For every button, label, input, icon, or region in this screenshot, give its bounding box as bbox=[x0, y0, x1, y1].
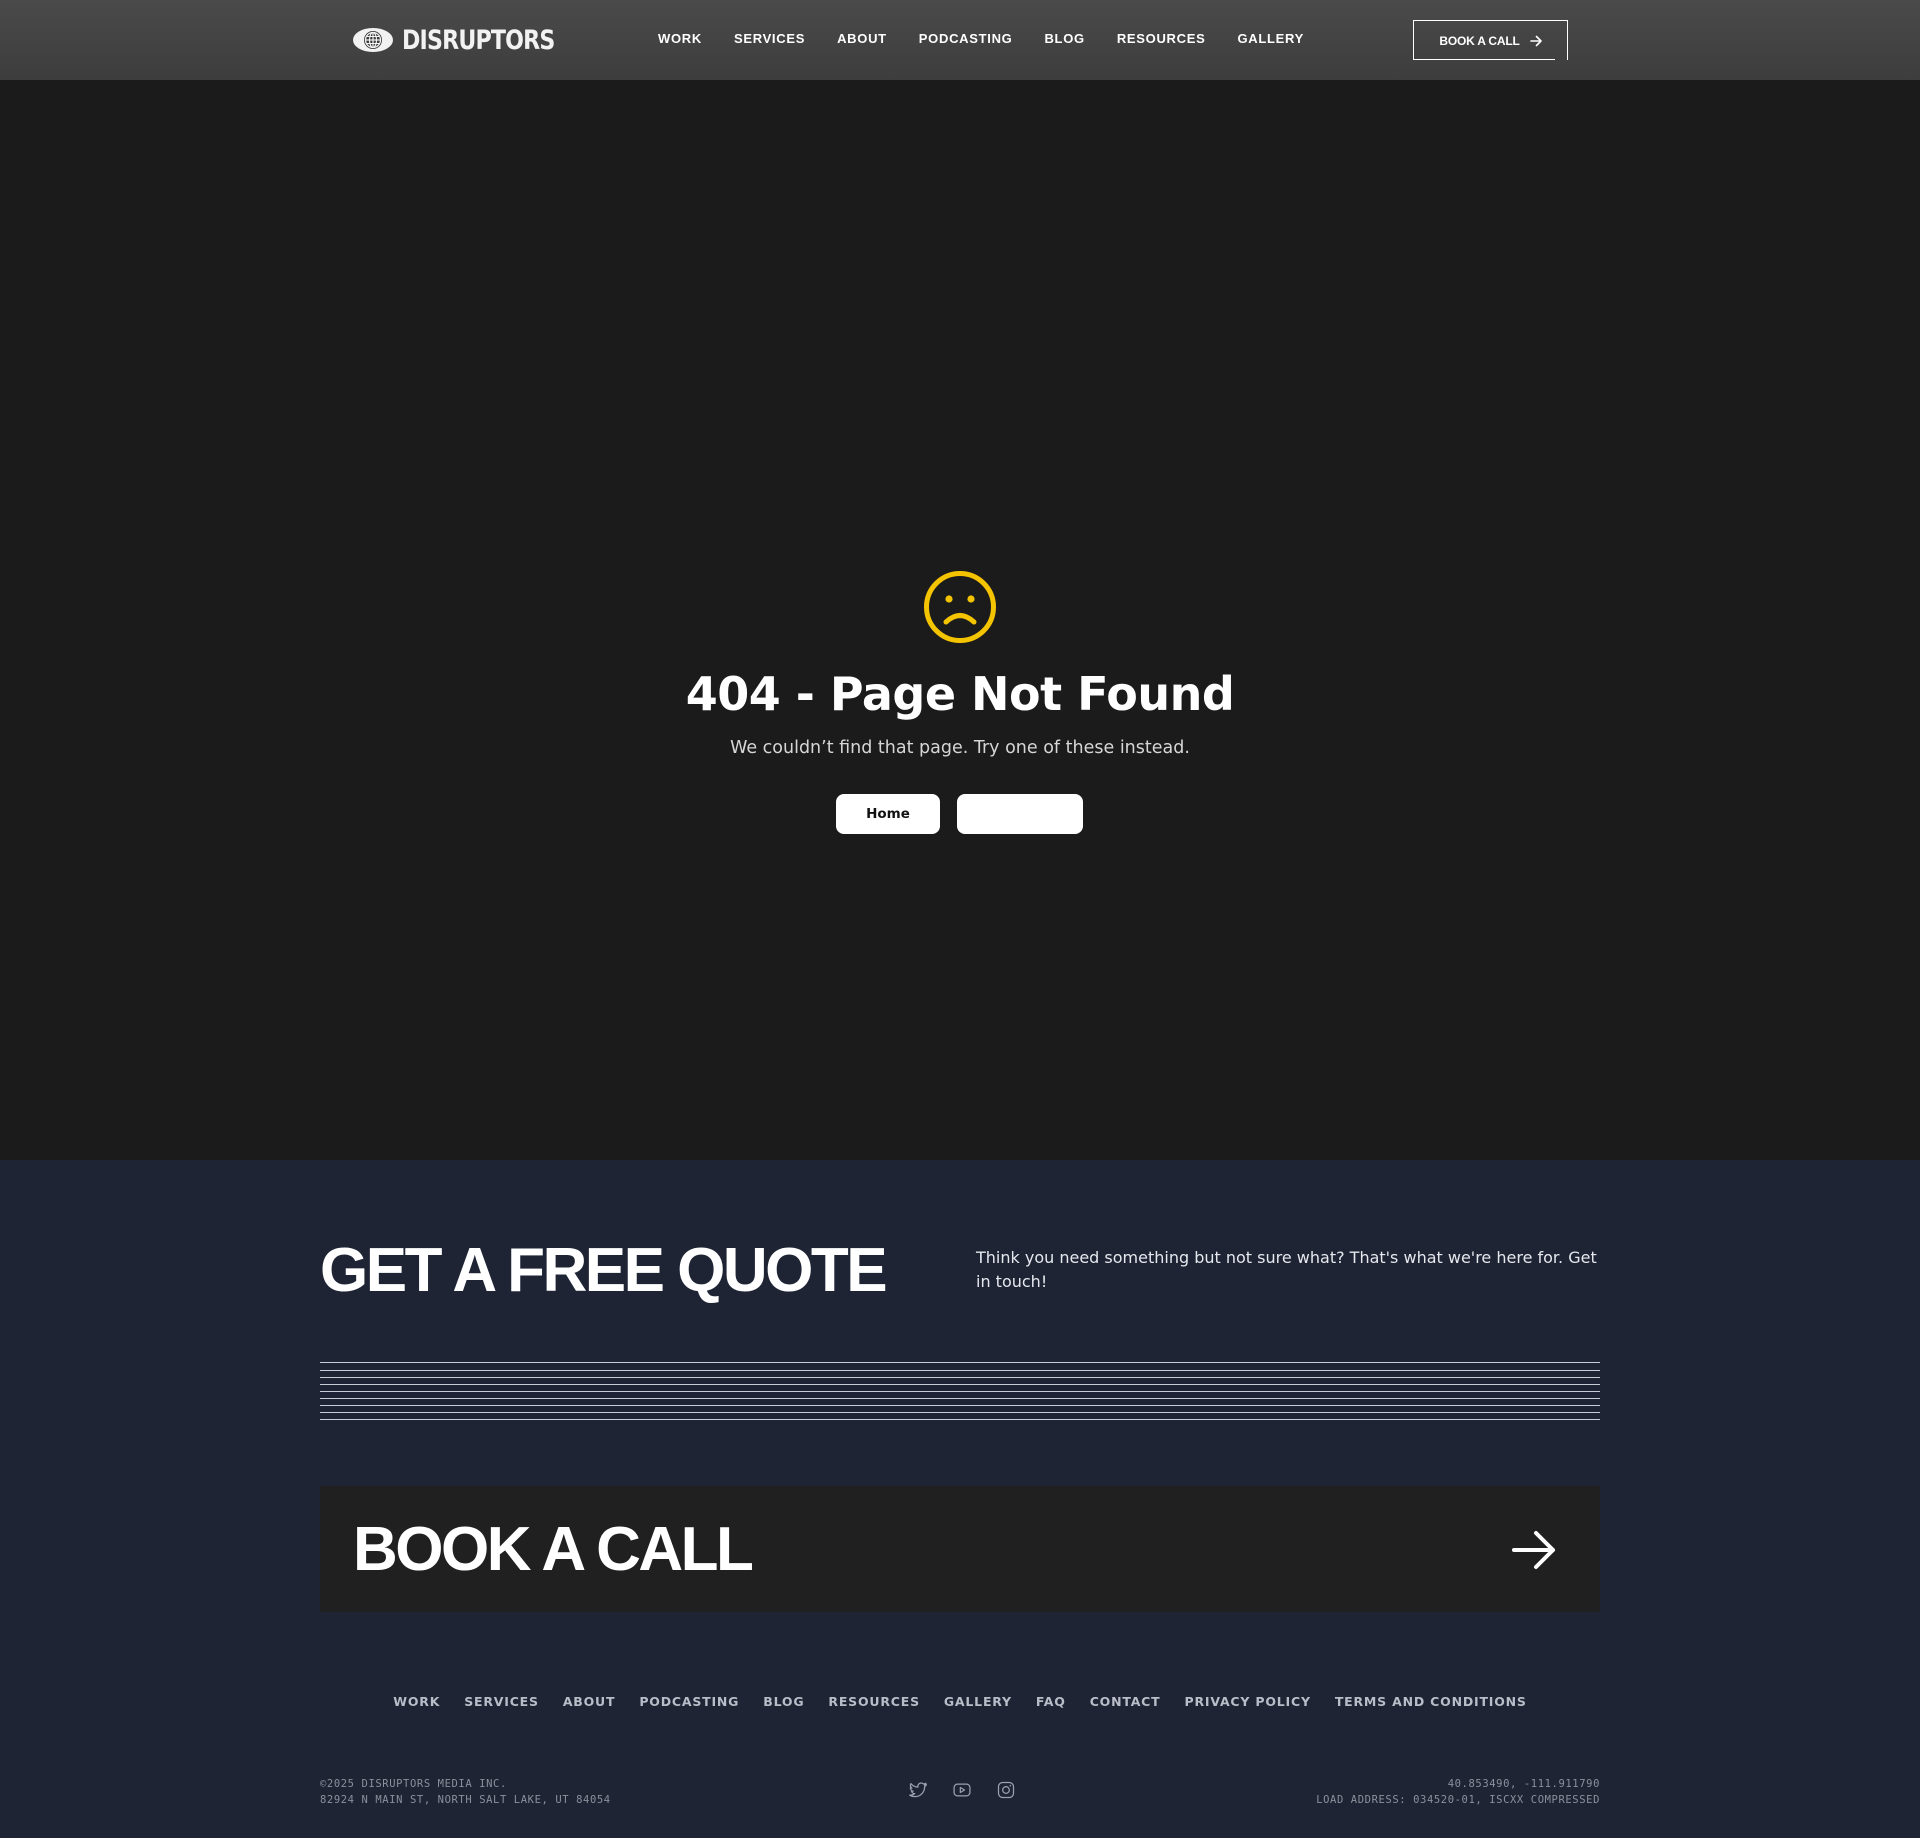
copyright: ©2025 DISRUPTORS MEDIA INC. 82924 N MAIN… bbox=[320, 1776, 611, 1808]
footer-nav-work[interactable]: WORK bbox=[393, 1694, 440, 1710]
nav-item-work[interactable]: WORK bbox=[658, 31, 702, 47]
arrow-right-icon bbox=[1512, 1531, 1555, 1569]
book-a-call-panel-label: BOOK A CALL bbox=[353, 1515, 754, 1584]
decorative-lines bbox=[320, 1362, 1600, 1422]
arrow-right-icon bbox=[1529, 35, 1542, 46]
load-address-line: LOAD ADDRESS: 034520-01, ISCXX COMPRESSE… bbox=[1316, 1794, 1600, 1806]
footer-nav-resources[interactable]: RESOURCES bbox=[828, 1694, 919, 1710]
address-line: 82924 N MAIN ST, NORTH SALT LAKE, UT 840… bbox=[320, 1794, 611, 1806]
footer-nav: WORK SERVICES ABOUT PODCASTING BLOG RESO… bbox=[0, 1694, 1920, 1710]
error-title: 404 - Page Not Found bbox=[685, 667, 1235, 721]
social-links bbox=[908, 1780, 1016, 1800]
secondary-button[interactable] bbox=[957, 794, 1083, 834]
footer-nav-faq[interactable]: FAQ bbox=[1036, 1694, 1066, 1710]
home-button[interactable]: Home bbox=[836, 794, 940, 834]
footer-nav-about[interactable]: ABOUT bbox=[563, 1694, 616, 1710]
error-section: 404 - Page Not Found We couldn’t find th… bbox=[0, 80, 1920, 1160]
nav-item-services[interactable]: SERVICES bbox=[734, 31, 805, 47]
nav-item-gallery[interactable]: GALLERY bbox=[1237, 31, 1304, 47]
error-actions: Home bbox=[836, 794, 1083, 834]
nav-item-resources[interactable]: RESOURCES bbox=[1117, 31, 1206, 47]
nav-item-blog[interactable]: BLOG bbox=[1044, 31, 1084, 47]
logo[interactable]: DISRUPTORS bbox=[352, 24, 588, 56]
quote-title: GET A FREE QUOTE bbox=[320, 1236, 888, 1305]
main-nav: WORK SERVICES ABOUT PODCASTING BLOG RESO… bbox=[658, 31, 1304, 47]
coordinates: 40.853490, -111.911790 LOAD ADDRESS: 034… bbox=[1316, 1776, 1600, 1808]
logo-text: DISRUPTORS bbox=[402, 24, 555, 56]
footer-nav-podcasting[interactable]: PODCASTING bbox=[639, 1694, 739, 1710]
nav-item-about[interactable]: ABOUT bbox=[837, 31, 887, 47]
site-header: DISRUPTORS WORK SERVICES ABOUT PODCASTIN… bbox=[0, 0, 1920, 80]
quote-text: Think you need something but not sure wh… bbox=[976, 1248, 1597, 1291]
footer-nav-terms[interactable]: TERMS AND CONDITIONS bbox=[1335, 1694, 1527, 1710]
book-a-call-label: BOOK A CALL bbox=[1439, 33, 1520, 48]
twitter-icon[interactable] bbox=[908, 1780, 928, 1800]
youtube-icon[interactable] bbox=[952, 1780, 972, 1800]
coordinates-line: 40.853490, -111.911790 bbox=[1447, 1778, 1600, 1790]
sad-face-icon bbox=[924, 571, 996, 643]
book-a-call-button[interactable]: BOOK A CALL bbox=[1413, 20, 1568, 60]
footer-nav-contact[interactable]: CONTACT bbox=[1090, 1694, 1161, 1710]
copyright-line: ©2025 DISRUPTORS MEDIA INC. bbox=[320, 1778, 507, 1790]
book-a-call-panel[interactable]: BOOK A CALL bbox=[320, 1486, 1600, 1612]
footer-nav-blog[interactable]: BLOG bbox=[763, 1694, 804, 1710]
footer-nav-gallery[interactable]: GALLERY bbox=[944, 1694, 1012, 1710]
nav-item-podcasting[interactable]: PODCASTING bbox=[919, 31, 1013, 47]
footer-nav-privacy-policy[interactable]: PRIVACY POLICY bbox=[1184, 1694, 1310, 1710]
site-footer: GET A FREE QUOTE Think you need somethin… bbox=[0, 1160, 1920, 1838]
footer-nav-services[interactable]: SERVICES bbox=[464, 1694, 539, 1710]
instagram-icon[interactable] bbox=[996, 1780, 1016, 1800]
error-message: We couldn’t find that page. Try one of t… bbox=[730, 738, 1190, 758]
globe-logo-icon bbox=[353, 28, 393, 52]
